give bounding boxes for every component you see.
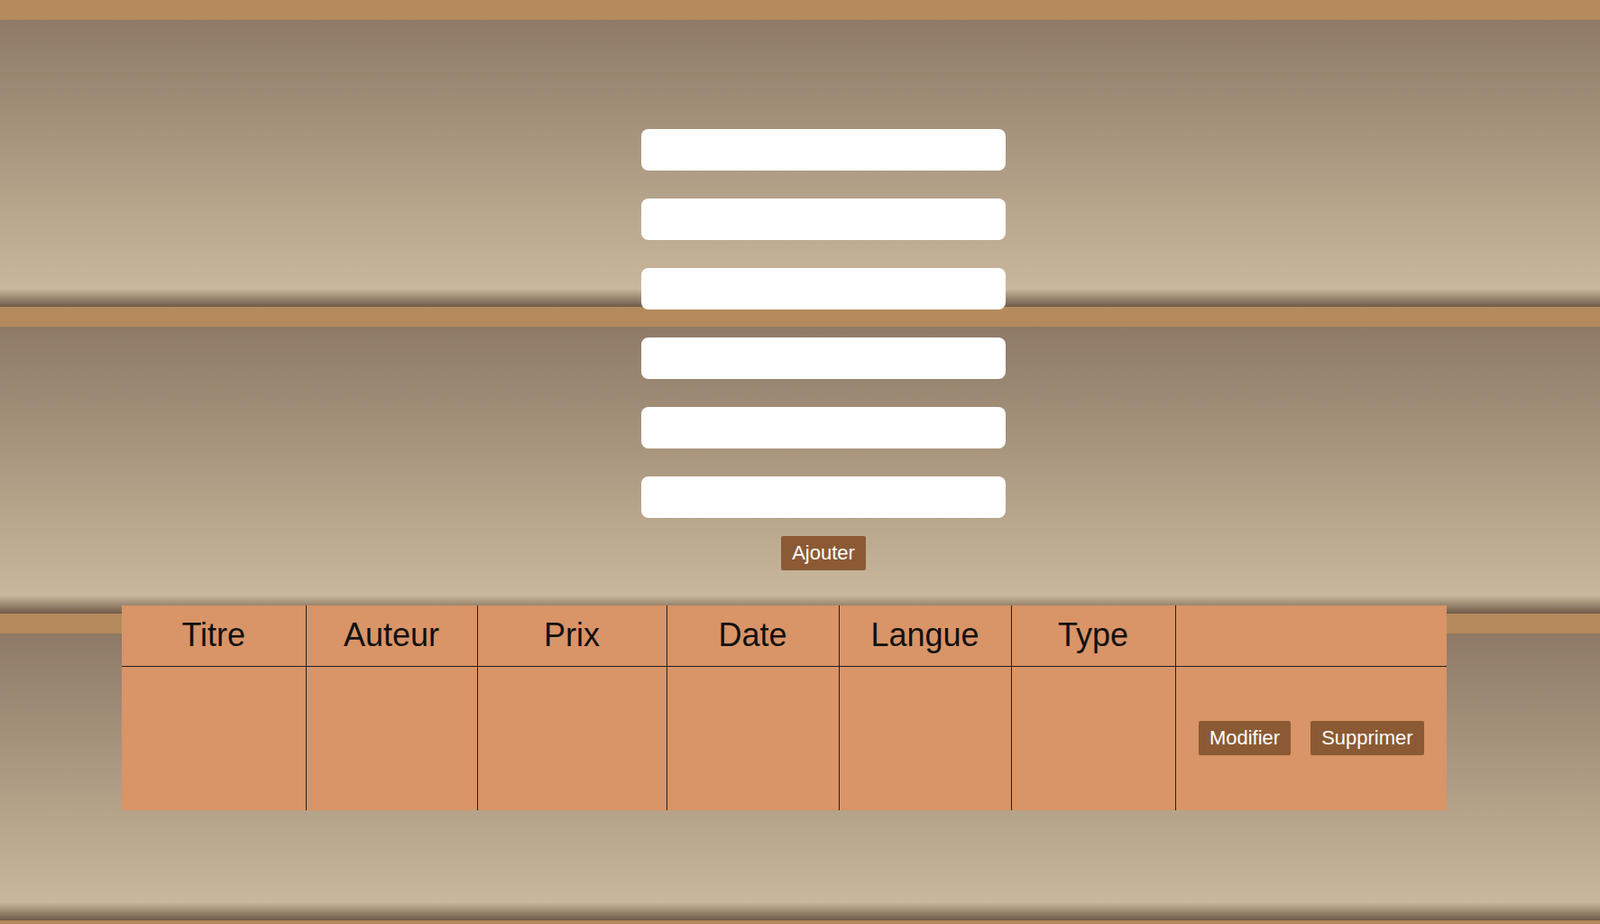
table-cell — [477, 665, 667, 810]
row-actions: Modifier Supprimer — [1177, 720, 1447, 755]
text-field[interactable] — [641, 267, 1006, 310]
add-button[interactable]: Ajouter — [781, 535, 866, 571]
column-header: Prix — [477, 605, 667, 666]
column-header: Langue — [838, 605, 1012, 666]
text-field[interactable] — [641, 337, 1006, 379]
book-form: Ajouter — [641, 128, 1006, 571]
table-cell — [305, 665, 478, 810]
table-cell — [121, 665, 306, 810]
text-field[interactable] — [641, 128, 1006, 171]
column-header: Auteur — [305, 605, 478, 666]
text-field[interactable] — [641, 406, 1006, 449]
table-row: Modifier Supprimer — [121, 665, 1447, 810]
edit-button[interactable]: Modifier — [1198, 720, 1291, 755]
actions-cell: Modifier Supprimer — [1175, 665, 1447, 810]
table-cell — [666, 665, 839, 810]
header-row: TitreAuteurPrixDateLangueType — [121, 605, 1447, 666]
books-table: TitreAuteurPrixDateLangueType Modifier Sup… — [121, 605, 1447, 810]
column-header: Date — [666, 605, 839, 666]
column-header: Type — [1011, 605, 1176, 666]
page: Ajouter TitreAuteurPrixDateLangueType Modi… — [0, 0, 1600, 924]
text-field[interactable] — [641, 476, 1006, 518]
table-container: TitreAuteurPrixDateLangueType Modifier Sup… — [121, 605, 1447, 810]
column-header — [1175, 605, 1447, 666]
delete-button[interactable]: Supprimer — [1310, 720, 1424, 755]
column-header: Titre — [121, 605, 306, 666]
table-cell — [1011, 665, 1176, 810]
text-field[interactable] — [641, 198, 1006, 240]
table-cell — [838, 665, 1012, 810]
